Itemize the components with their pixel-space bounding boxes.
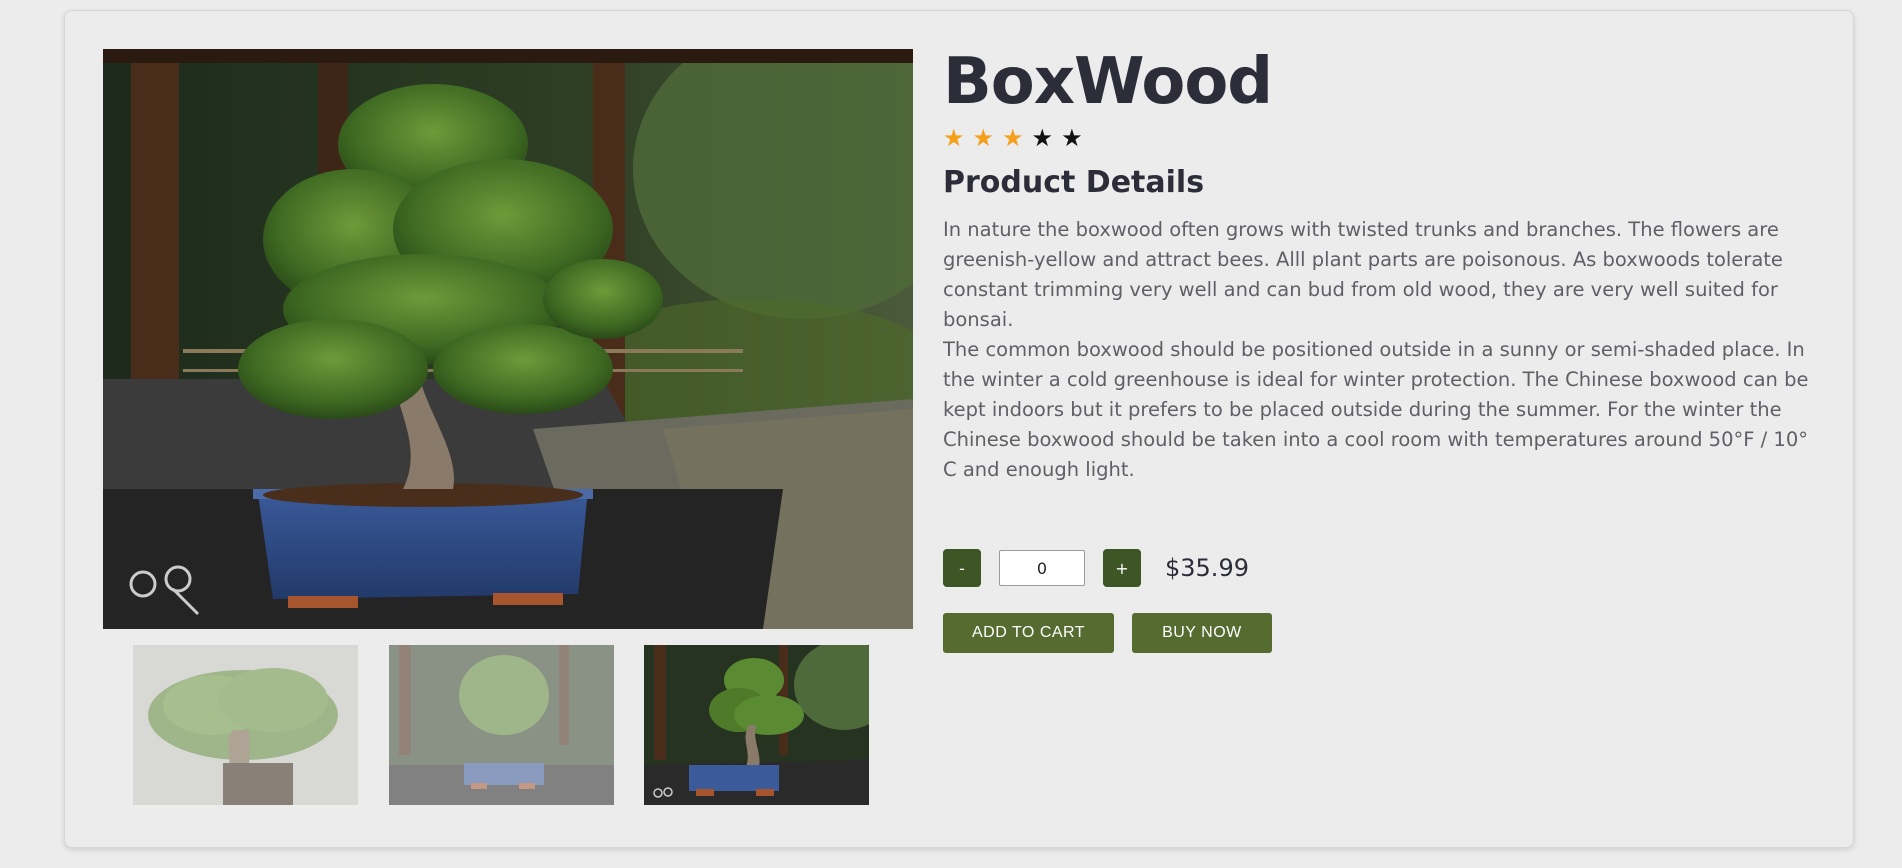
description-paragraph-2: The common boxwood should be positioned …: [943, 338, 1809, 481]
thumbnail-2[interactable]: [389, 645, 614, 805]
star-icon: ★: [1002, 124, 1024, 152]
thumbnail-gallery: [133, 645, 893, 807]
add-to-cart-button[interactable]: ADD TO CART: [943, 613, 1115, 653]
quantity-row: - + $35.99: [943, 548, 1249, 588]
product-card: BoxWood ★ ★ ★ ★ ★ Product Details In nat…: [64, 10, 1854, 848]
buy-now-button[interactable]: BUY NOW: [1132, 613, 1272, 653]
star-icon: ★: [1061, 124, 1083, 152]
decrement-button[interactable]: -: [943, 549, 981, 587]
main-product-image: [103, 49, 913, 629]
star-icon: ★: [972, 124, 995, 152]
thumbnail-image-1: [133, 645, 358, 805]
product-price: $35.99: [1165, 554, 1249, 582]
thumbnail-image-2: [389, 645, 614, 805]
star-icon: ★: [943, 124, 965, 152]
action-buttons: ADD TO CART BUY NOW: [943, 613, 1272, 653]
quantity-input[interactable]: [999, 550, 1085, 586]
bonsai-photo: [103, 49, 913, 629]
product-details-heading: Product Details: [943, 165, 1205, 200]
thumbnail-1[interactable]: [133, 645, 358, 805]
thumbnail-image-3: [644, 645, 869, 805]
product-info: BoxWood ★ ★ ★ ★ ★ Product Details In nat…: [943, 41, 1833, 653]
thumbnail-3-selected[interactable]: [644, 645, 869, 805]
increment-button[interactable]: +: [1103, 549, 1141, 587]
product-title: BoxWood: [943, 45, 1273, 119]
description-paragraph-1: In nature the boxwood often grows with t…: [943, 218, 1783, 331]
star-icon: ★: [1031, 124, 1054, 152]
product-description: In nature the boxwood often grows with t…: [943, 215, 1823, 485]
star-rating: ★ ★ ★ ★ ★: [943, 125, 1833, 151]
